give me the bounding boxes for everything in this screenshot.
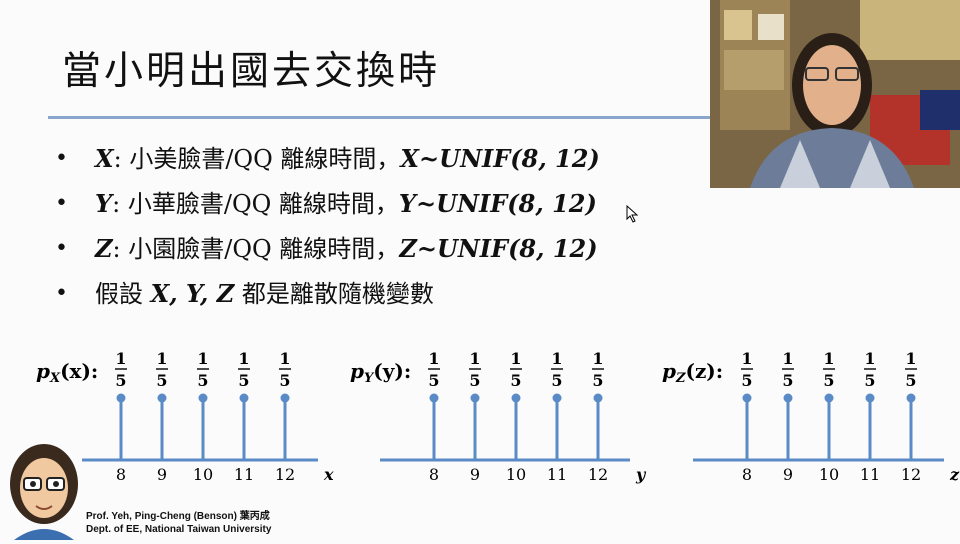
pmf-point	[239, 393, 249, 403]
value-label-denominator: 5	[905, 371, 916, 390]
slide-title: 當小明出國去交換時	[62, 49, 441, 94]
value-label-denominator: 5	[551, 371, 562, 390]
pmf-charts: pX(x):x158159151015111512pY(y):y15815915…	[36, 349, 960, 484]
value-label-numerator: 1	[905, 349, 916, 368]
bullet-text-suffix: 都是離散隨機變數	[234, 280, 434, 308]
axis-label: x	[323, 465, 334, 484]
value-label-denominator: 5	[823, 371, 834, 390]
tick-label: 12	[588, 465, 608, 484]
value-label-denominator: 5	[782, 371, 793, 390]
bullet-text: 假設	[95, 280, 151, 308]
value-label-numerator: 1	[823, 349, 834, 368]
tick-label: 11	[860, 465, 880, 484]
bullet-glyph: •	[55, 281, 68, 306]
tick-label: 8	[429, 465, 439, 484]
variable: X	[95, 144, 114, 173]
tick-label: 12	[275, 465, 295, 484]
tick-label: 9	[157, 465, 167, 484]
value-label-denominator: 5	[156, 371, 167, 390]
pmf-point	[593, 393, 603, 403]
bullet-text: : 小華臉書/QQ 離線時間，	[112, 190, 399, 218]
value-label-denominator: 5	[238, 371, 249, 390]
bullet-text: : 小美臉書/QQ 離線時間，	[113, 145, 401, 173]
value-label-denominator: 5	[592, 371, 603, 390]
value-label-numerator: 1	[469, 349, 480, 368]
value-label-denominator: 5	[510, 371, 521, 390]
tick-label: 11	[547, 465, 567, 484]
value-label-denominator: 5	[864, 371, 875, 390]
value-label-denominator: 5	[197, 371, 208, 390]
tick-label: 11	[234, 465, 254, 484]
tick-label: 12	[901, 465, 921, 484]
pmf-point	[511, 393, 521, 403]
footer-line-1: Prof. Yeh, Ping-Cheng (Benson) 葉丙成	[86, 511, 270, 522]
bullet-glyph: •	[55, 236, 68, 261]
tick-label: 10	[193, 465, 213, 484]
value-label-numerator: 1	[782, 349, 793, 368]
mouse-pointer-icon	[626, 205, 638, 223]
tick-label: 9	[470, 465, 480, 484]
pmf-point	[429, 393, 439, 403]
value-label-denominator: 5	[469, 371, 480, 390]
tick-label: 10	[506, 465, 526, 484]
value-label-numerator: 1	[238, 349, 249, 368]
value-label-numerator: 1	[510, 349, 521, 368]
pmf-point	[552, 393, 562, 403]
pmf-label: pZ(z):	[662, 359, 723, 386]
formula: X, Y, Z	[150, 279, 235, 308]
pmf-point	[198, 393, 208, 403]
formula: X~UNIF(8, 12)	[400, 144, 600, 173]
variable: Z	[95, 234, 113, 263]
value-label-denominator: 5	[741, 371, 752, 390]
pmf-point	[783, 393, 793, 403]
axis-label: z	[949, 465, 960, 484]
value-label-denominator: 5	[115, 371, 126, 390]
presenter-video	[710, 0, 960, 188]
footer-credits: Prof. Yeh, Ping-Cheng (Benson) 葉丙成 Dept.…	[86, 510, 271, 536]
formula: Y~UNIF(8, 12)	[398, 189, 597, 218]
pmf-point	[865, 393, 875, 403]
cartoon-avatar	[6, 444, 82, 540]
value-label-denominator: 5	[428, 371, 439, 390]
value-label-numerator: 1	[741, 349, 752, 368]
pmf-point	[157, 393, 167, 403]
avatar-drawing	[10, 444, 78, 540]
pmf-point	[742, 393, 752, 403]
pmf-point	[116, 393, 126, 403]
value-label-denominator: 5	[279, 371, 290, 390]
footer-line-2: Dept. of EE, National Taiwan University	[86, 524, 272, 535]
pmf-label: pX(x):	[36, 359, 98, 386]
value-label-numerator: 1	[592, 349, 603, 368]
pmf-point	[906, 393, 916, 403]
value-label-numerator: 1	[551, 349, 562, 368]
axis-label: y	[635, 465, 647, 484]
pmf-point	[470, 393, 480, 403]
value-label-numerator: 1	[279, 349, 290, 368]
tick-label: 10	[819, 465, 839, 484]
tick-label: 8	[742, 465, 752, 484]
value-label-numerator: 1	[197, 349, 208, 368]
pmf-label: pY(y):	[350, 359, 411, 386]
value-label-numerator: 1	[428, 349, 439, 368]
tick-label: 8	[116, 465, 126, 484]
pmf-point	[824, 393, 834, 403]
pmf-point	[280, 393, 290, 403]
bullet-glyph: •	[55, 146, 68, 171]
tick-label: 9	[783, 465, 793, 484]
bullet-text: : 小園臉書/QQ 離線時間，	[112, 235, 400, 263]
bullet-glyph: •	[55, 191, 68, 216]
value-label-numerator: 1	[864, 349, 875, 368]
formula: Z~UNIF(8, 12)	[399, 234, 598, 263]
value-label-numerator: 1	[115, 349, 126, 368]
presenter-video-frame	[710, 0, 960, 188]
variable: Y	[95, 189, 113, 218]
value-label-numerator: 1	[156, 349, 167, 368]
